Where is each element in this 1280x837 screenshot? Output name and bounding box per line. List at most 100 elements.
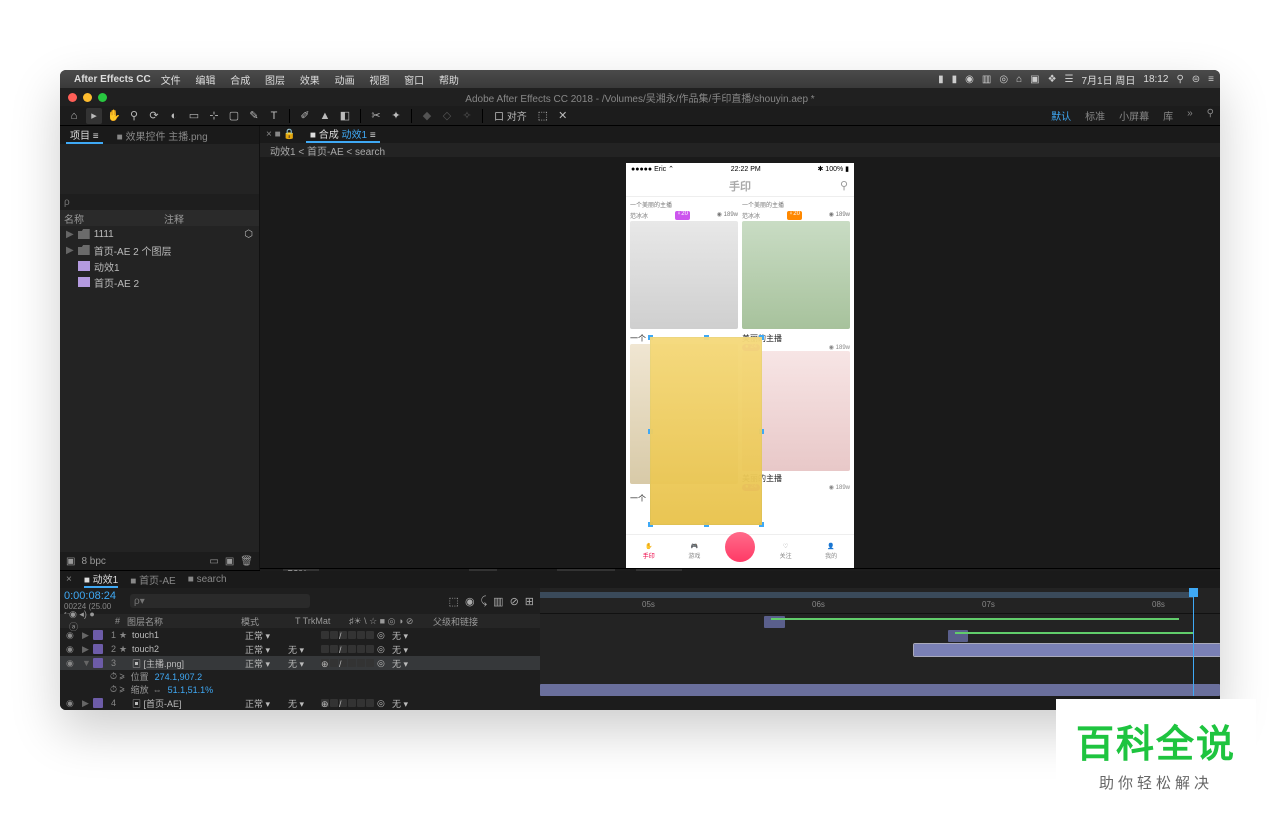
status-icon[interactable]: ⌂ bbox=[1016, 74, 1022, 85]
menu-animation[interactable]: 动画 bbox=[335, 76, 355, 87]
workspace-library[interactable]: 库 bbox=[1163, 108, 1173, 123]
comp-icon bbox=[78, 261, 90, 271]
project-item[interactable]: ▶首页-AE 2 个图层 bbox=[60, 242, 259, 258]
menu-file[interactable]: 文件 bbox=[161, 76, 181, 87]
project-filter-input[interactable] bbox=[64, 197, 255, 208]
project-panel: 项目 ≡ ■ 效果控件 主播.png 名称 注释 ▶1111⬡ ▶首页-AE 2… bbox=[60, 126, 260, 570]
comp-canvas[interactable]: ●●●●● Eric ⌃22:22 PM✱ 100% ▮ 手印⚲ 一个美丽的主播… bbox=[260, 157, 1220, 568]
motion-blur-icon[interactable]: ⊘ bbox=[510, 595, 519, 608]
roto-tool-icon[interactable]: ✂ bbox=[368, 108, 384, 124]
col-comment[interactable]: 注释 bbox=[164, 211, 184, 226]
bpc-toggle[interactable]: 8 bpc bbox=[81, 556, 105, 567]
menu-window[interactable]: 窗口 bbox=[404, 76, 424, 87]
rotate-tool-icon[interactable]: ◐ bbox=[166, 108, 182, 124]
watermark-sub: 助你轻松解决 bbox=[1076, 772, 1236, 793]
status-icon[interactable]: ❖ bbox=[1048, 74, 1057, 85]
status-icon[interactable]: ▥ bbox=[982, 74, 991, 85]
timeline-tab[interactable]: ■ 动效1 bbox=[84, 571, 118, 588]
layer-row[interactable]: ◉▶4▣ [首页-AE]正常 ▾无 ▾⊕/◎无 ▾ bbox=[60, 696, 540, 710]
spotlight-icon[interactable]: ⚲ bbox=[1176, 74, 1183, 85]
layer-bar[interactable] bbox=[540, 684, 1220, 696]
col-num[interactable]: # bbox=[112, 616, 120, 626]
disabled-tool-icon: ◇ bbox=[439, 108, 455, 124]
menubar-date[interactable]: 7月1日 周日 bbox=[1082, 72, 1136, 87]
menu-composition[interactable]: 合成 bbox=[230, 76, 250, 87]
eraser-tool-icon[interactable]: ◧ bbox=[337, 108, 353, 124]
col-parent[interactable]: 父级和链接 bbox=[430, 615, 481, 628]
menu-effect[interactable]: 效果 bbox=[300, 76, 320, 87]
wifi-icon[interactable]: ◉ bbox=[965, 74, 974, 85]
comp-flowchart-icon[interactable]: ⬚ bbox=[449, 595, 459, 608]
pen-tool-icon[interactable]: ✎ bbox=[246, 108, 262, 124]
layer-row[interactable]: ◉▶2★touch2正常 ▾无 ▾/◎无 ▾ bbox=[60, 642, 540, 656]
search-help-icon[interactable]: ⚲ bbox=[1207, 108, 1214, 123]
watermark: 百科全说 助你轻松解决 bbox=[1056, 699, 1256, 807]
layer-row[interactable]: ◉▼3▣ [主播.png]正常 ▾无 ▾⊕/◎无 ▾ bbox=[60, 656, 540, 670]
project-item[interactable]: ▶1111⬡ bbox=[60, 226, 259, 242]
workspace-small[interactable]: 小屏幕 bbox=[1119, 108, 1149, 123]
snapping-opt-icon[interactable]: ✕ bbox=[555, 108, 571, 124]
puppet-tool-icon[interactable]: ✦ bbox=[388, 108, 404, 124]
frame-blend-icon[interactable]: ▥ bbox=[493, 595, 503, 608]
delete-icon[interactable]: 🗑 bbox=[240, 556, 253, 567]
project-item[interactable]: 动效1 bbox=[60, 258, 259, 274]
status-icon[interactable]: ▮ bbox=[938, 74, 944, 85]
camera-tool-icon[interactable]: ▭ bbox=[186, 108, 202, 124]
timeline-tab[interactable]: ■ 首页-AE bbox=[130, 572, 176, 587]
flowchart-icon[interactable]: ⬡ bbox=[244, 229, 253, 240]
control-center-icon[interactable]: ⊜ bbox=[1192, 74, 1200, 85]
snapping-opt-icon[interactable]: ⬚ bbox=[535, 108, 551, 124]
col-switches[interactable]: ♯☀ \ ☆ ■ ◎ ◑ ⊘ bbox=[346, 616, 426, 627]
zoom-tool-icon[interactable]: ⚲ bbox=[126, 108, 142, 124]
layer-search-input[interactable] bbox=[130, 594, 310, 608]
menu-edit[interactable]: 编辑 bbox=[195, 76, 215, 87]
hand-tool-icon[interactable]: ✋ bbox=[106, 108, 122, 124]
tab-effect-controls[interactable]: ■ 效果控件 主播.png bbox=[113, 128, 212, 143]
menu-view[interactable]: 视图 bbox=[369, 76, 389, 87]
col-layername[interactable]: 图层名称 bbox=[124, 615, 234, 628]
timeline-tab[interactable]: ■ search bbox=[188, 574, 227, 585]
orbit-tool-icon[interactable]: ⟳ bbox=[146, 108, 162, 124]
graph-editor-icon[interactable]: ⊞ bbox=[525, 595, 534, 608]
status-icon[interactable]: ▮ bbox=[952, 74, 958, 85]
draft3d-icon[interactable]: ◉ bbox=[465, 595, 475, 608]
workspace-more-icon[interactable]: » bbox=[1187, 108, 1193, 123]
status-icon[interactable]: ◎ bbox=[999, 74, 1008, 85]
timeline-track-area[interactable]: 05s 06s 07s 08s bbox=[540, 588, 1220, 710]
tab-composition[interactable]: ■ 合成 动效1 ≡ bbox=[306, 126, 380, 143]
project-item[interactable]: 首页-AE 2 bbox=[60, 274, 259, 290]
workspace-default[interactable]: 默认 bbox=[1051, 108, 1071, 123]
notification-icon[interactable]: ≡ bbox=[1208, 74, 1214, 85]
selection-tool-icon[interactable]: ▸ bbox=[86, 108, 102, 124]
app-name[interactable]: After Effects CC bbox=[74, 74, 151, 85]
workspace-bar: 默认 标准 小屏幕 库 » ⚲ bbox=[1051, 108, 1214, 123]
col-name[interactable]: 名称 bbox=[64, 211, 164, 226]
current-time-indicator[interactable] bbox=[1193, 588, 1194, 710]
workspace-standard[interactable]: 标准 bbox=[1085, 108, 1105, 123]
clone-tool-icon[interactable]: ▲ bbox=[317, 108, 333, 124]
col-mode[interactable]: 模式 bbox=[238, 615, 288, 628]
layer-property[interactable]: ⏱ ⩾缩放⇔51.1,51.1% bbox=[60, 683, 540, 696]
mask-tool-icon[interactable]: ▢ bbox=[226, 108, 242, 124]
search-icon: ⚲ bbox=[840, 179, 848, 192]
new-comp-icon[interactable]: ▣ bbox=[225, 556, 234, 567]
layer-property[interactable]: ⏱ ⩾位置274.1,907.2 bbox=[60, 670, 540, 683]
col-trkmat[interactable]: T TrkMat bbox=[292, 616, 342, 626]
interpret-footage-icon[interactable]: ▣ bbox=[66, 556, 75, 567]
menu-layer[interactable]: 图层 bbox=[265, 76, 285, 87]
layer-row[interactable]: ◉▶1★touch1正常 ▾/◎无 ▾ bbox=[60, 628, 540, 642]
status-icon[interactable]: ☰ bbox=[1065, 74, 1074, 85]
new-folder-icon[interactable]: ▭ bbox=[209, 556, 218, 567]
menubar-time[interactable]: 18:12 bbox=[1143, 74, 1168, 85]
anchor-tool-icon[interactable]: ⊹ bbox=[206, 108, 222, 124]
shy-icon[interactable]: ⤹ bbox=[481, 595, 488, 608]
type-tool-icon[interactable]: T bbox=[266, 108, 282, 124]
home-icon[interactable]: ⌂ bbox=[66, 108, 82, 124]
time-ruler[interactable]: 05s 06s 07s 08s bbox=[540, 588, 1220, 614]
menu-help[interactable]: 帮助 bbox=[439, 76, 459, 87]
status-icon[interactable]: ▣ bbox=[1030, 74, 1039, 85]
snapping-toggle[interactable]: 口 对齐 bbox=[490, 108, 531, 123]
layer-bar[interactable] bbox=[914, 644, 1220, 656]
brush-tool-icon[interactable]: ✐ bbox=[297, 108, 313, 124]
tab-project[interactable]: 项目 ≡ bbox=[66, 127, 103, 144]
